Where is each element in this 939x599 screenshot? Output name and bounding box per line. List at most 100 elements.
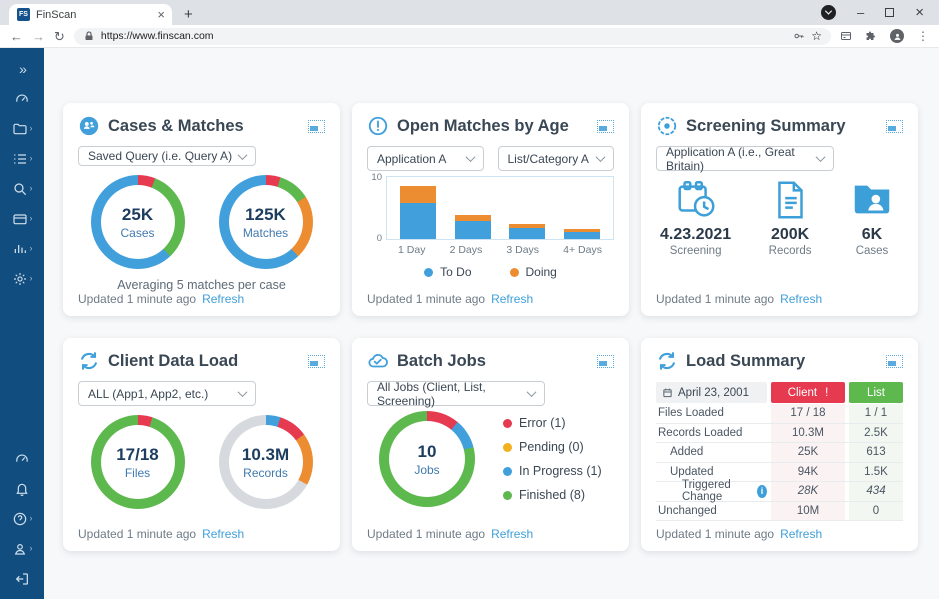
sidebar-item-list[interactable]: › bbox=[12, 150, 33, 167]
refresh-link[interactable]: Refresh bbox=[780, 292, 822, 306]
matches-donut-chart[interactable]: 125KMatches bbox=[219, 175, 313, 269]
maximize-button[interactable] bbox=[885, 8, 894, 17]
url-bar[interactable]: https://www.finscan.com ☆ bbox=[74, 28, 831, 45]
row-label: Updated bbox=[656, 463, 767, 482]
refresh-link[interactable]: Refresh bbox=[202, 527, 244, 541]
expand-icon[interactable] bbox=[308, 120, 325, 133]
stacked-bar[interactable] bbox=[564, 177, 600, 239]
list-value-cell: 2.5K bbox=[849, 424, 903, 443]
refresh-link[interactable]: Refresh bbox=[491, 527, 533, 541]
cases-stat: 6K Cases bbox=[849, 177, 895, 257]
client-value-cell: 94K bbox=[771, 463, 845, 482]
card-icon[interactable] bbox=[840, 30, 852, 42]
profile-chevron-icon[interactable] bbox=[821, 5, 836, 20]
row-label: Files Loaded bbox=[656, 404, 767, 423]
client-value-cell: 25K bbox=[771, 443, 845, 462]
expand-icon[interactable] bbox=[597, 120, 614, 133]
back-icon[interactable]: ← bbox=[10, 30, 23, 43]
updated-text: Updated 1 minute ago bbox=[656, 527, 774, 541]
profile-avatar-icon[interactable] bbox=[890, 29, 904, 43]
sidebar-item-expand[interactable]: » bbox=[19, 60, 25, 77]
x-tick-label: 2 Days bbox=[450, 244, 483, 256]
all-jobs-dropdown[interactable]: All Jobs (Client, List, Screening) bbox=[367, 381, 545, 406]
card-client-data-load: Client Data Load ALL (App1, App2, etc.) … bbox=[63, 338, 340, 551]
legend-dot-icon bbox=[424, 268, 433, 277]
bar-plot-area[interactable] bbox=[386, 176, 614, 240]
browser-tab[interactable]: FS FinScan × bbox=[9, 4, 172, 25]
minimize-button[interactable]: – bbox=[857, 5, 864, 20]
application-dropdown[interactable]: Application A bbox=[367, 146, 484, 171]
calendar-icon bbox=[662, 387, 673, 398]
files-donut-chart[interactable]: 17/18Files bbox=[91, 415, 185, 509]
list-column-header[interactable]: List bbox=[849, 382, 903, 403]
key-icon[interactable] bbox=[793, 30, 805, 42]
alert-circle-icon bbox=[367, 115, 389, 137]
close-window-button[interactable]: × bbox=[915, 5, 924, 20]
stacked-bar[interactable] bbox=[400, 177, 436, 239]
sidebar-item-gear[interactable]: › bbox=[12, 270, 33, 287]
forward-icon[interactable]: → bbox=[32, 30, 45, 43]
toolbar-actions: ⋮ bbox=[840, 29, 929, 43]
table-row: Unchanged10M0 bbox=[656, 502, 903, 522]
table-row: Added25K613 bbox=[656, 443, 903, 463]
new-tab-button[interactable]: + bbox=[184, 4, 193, 25]
tab-close-icon[interactable]: × bbox=[157, 8, 165, 21]
sidebar-bottom-group: ›› bbox=[12, 450, 33, 587]
load-summary-rows: Files Loaded17 / 181 / 1Records Loaded10… bbox=[656, 404, 903, 521]
expand-icon[interactable] bbox=[886, 355, 903, 368]
sidebar-item-search[interactable]: › bbox=[12, 180, 33, 197]
updated-text: Updated 1 minute ago bbox=[367, 527, 485, 541]
card-title: Open Matches by Age bbox=[397, 117, 589, 136]
sidebar-item-gauge[interactable] bbox=[14, 450, 30, 467]
sidebar-item-card[interactable]: › bbox=[12, 210, 33, 227]
dashboard: Cases & Matches Saved Query (i.e. Query … bbox=[44, 48, 939, 599]
expand-icon[interactable] bbox=[886, 120, 903, 133]
sidebar-item-bell[interactable] bbox=[14, 480, 30, 497]
legend-dot-icon bbox=[503, 419, 512, 428]
info-icon[interactable]: i bbox=[757, 485, 767, 498]
jobs-donut-chart[interactable]: 10Jobs bbox=[379, 411, 475, 507]
all-apps-dropdown[interactable]: ALL (App1, App2, etc.) bbox=[78, 381, 256, 406]
cloud-check-icon bbox=[367, 350, 389, 372]
client-value-cell: 10.3M bbox=[771, 424, 845, 443]
bar-segment bbox=[400, 186, 436, 203]
bookmark-star-icon[interactable]: ☆ bbox=[811, 29, 822, 43]
stacked-bar[interactable] bbox=[509, 177, 545, 239]
client-value-cell: 28K bbox=[771, 482, 845, 501]
lock-icon bbox=[83, 30, 95, 42]
saved-query-dropdown[interactable]: Saved Query (i.e. Query A) bbox=[78, 146, 256, 166]
list-category-dropdown[interactable]: List/Category A bbox=[498, 146, 615, 171]
legend-dot-icon bbox=[510, 268, 519, 277]
expand-icon[interactable] bbox=[597, 355, 614, 368]
application-dropdown[interactable]: Application A (i.e., Great Britain) bbox=[656, 146, 834, 171]
x-tick-label: 1 Day bbox=[398, 244, 425, 256]
refresh-link[interactable]: Refresh bbox=[780, 527, 822, 541]
sidebar-item-chart[interactable]: › bbox=[12, 240, 33, 257]
extensions-puzzle-icon[interactable] bbox=[865, 30, 877, 42]
stacked-bar[interactable] bbox=[455, 177, 491, 239]
people-circle-icon bbox=[78, 115, 100, 137]
card-cases-matches: Cases & Matches Saved Query (i.e. Query … bbox=[63, 103, 340, 316]
window-controls: – × bbox=[821, 0, 939, 25]
chevron-down-icon bbox=[816, 152, 826, 162]
card-title: Cases & Matches bbox=[108, 117, 300, 136]
expand-icon[interactable] bbox=[308, 355, 325, 368]
records-donut-chart[interactable]: 10.3MRecords bbox=[219, 415, 313, 509]
reload-icon[interactable]: ↻ bbox=[54, 30, 65, 43]
sidebar-item-folder[interactable]: › bbox=[12, 120, 33, 137]
tab-title: FinScan bbox=[36, 9, 151, 21]
menu-kebab-icon[interactable]: ⋮ bbox=[917, 29, 929, 43]
sidebar-item-gauge[interactable] bbox=[14, 90, 30, 107]
client-column-header[interactable]: Client ! bbox=[771, 382, 845, 403]
sidebar-item-logout[interactable] bbox=[14, 570, 30, 587]
cases-donut-chart[interactable]: 25KCases bbox=[91, 175, 185, 269]
sidebar-item-user[interactable]: › bbox=[12, 540, 33, 557]
sidebar-top-group: » › › › › › › bbox=[12, 60, 33, 287]
refresh-link[interactable]: Refresh bbox=[202, 292, 244, 306]
calendar-clock-icon bbox=[673, 177, 719, 223]
sidebar-item-help[interactable]: › bbox=[12, 510, 33, 527]
jobs-legend: Error (1)Pending (0)In Progress (1)Finis… bbox=[503, 416, 602, 502]
chevron-right-icon: › bbox=[30, 154, 33, 163]
chevron-right-icon: › bbox=[30, 184, 33, 193]
refresh-link[interactable]: Refresh bbox=[491, 292, 533, 306]
